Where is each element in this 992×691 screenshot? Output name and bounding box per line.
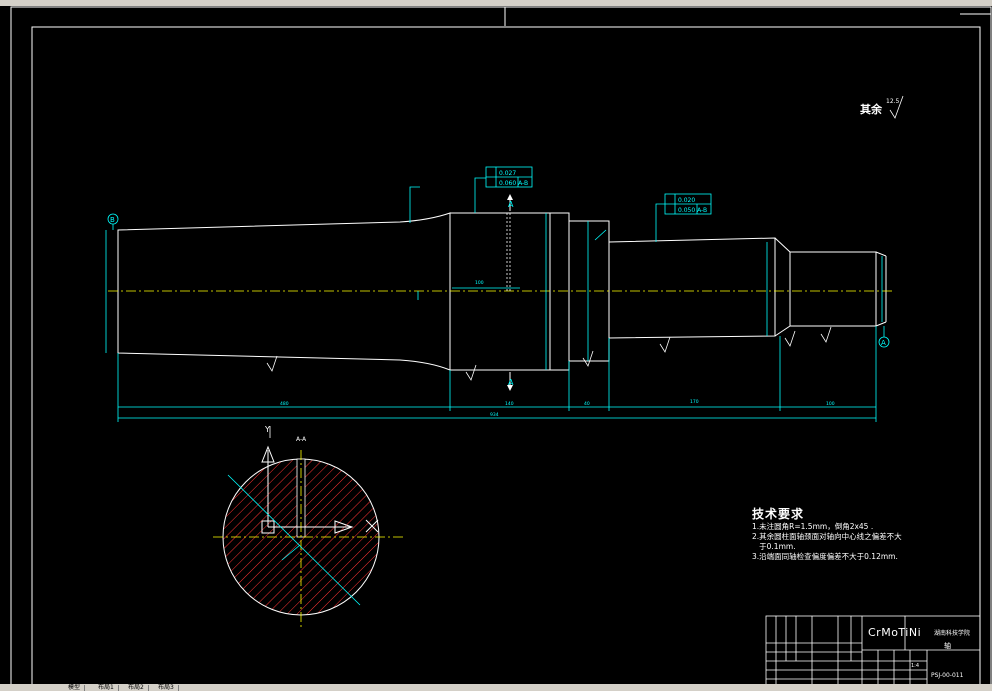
technical-requirements-title: 技术要求: [752, 507, 805, 521]
tech-note-1: 1.未注圆角R=1.5mm，倒角2x45 .: [752, 522, 874, 531]
tolerance-frame-2-row-1: 0.020: [678, 197, 695, 204]
tab-layout-1[interactable]: 布局1: [94, 685, 119, 691]
svg-text:170: 170: [690, 399, 699, 405]
svg-text:100: 100: [475, 280, 484, 286]
svg-text:40: 40: [584, 401, 590, 407]
outer-frame: [10, 6, 992, 688]
section-a-a-view: [213, 445, 405, 630]
dimension-values: 480 140 40 170 100 934 100: [280, 280, 835, 418]
tolerance-frame-2: 0.020 0.050 A-B: [664, 193, 712, 215]
section-cut-marks: A A: [507, 194, 514, 391]
view-direction-mark: Y: [264, 425, 270, 434]
title-block-part-name: 轴: [944, 642, 951, 650]
svg-text:140: 140: [505, 401, 514, 407]
datum-label-left: B: [110, 216, 115, 224]
tolerance-frame-1: 0.027 0.060 A-B: [485, 166, 533, 188]
tech-note-2-cont: 于0.1mm.: [752, 542, 796, 551]
technical-requirements: 技术要求 1.未注圆角R=1.5mm，倒角2x45 . 2.其余圆柱面轴颈面对轴…: [752, 505, 982, 562]
title-block-material: CrMoTiNi: [868, 626, 922, 639]
svg-text:480: 480: [280, 401, 289, 407]
tab-layout-2[interactable]: 布局2: [124, 685, 149, 691]
tech-note-2: 2.其余圆柱面轴颈面对轴向中心线之偏差不大: [752, 532, 902, 541]
shaft-outline: [117, 212, 887, 371]
section-mark-upper: A: [508, 200, 514, 209]
roughness-symbols: [266, 95, 904, 381]
section-mark-lower: A: [508, 378, 514, 387]
inner-frame: [31, 26, 981, 688]
title-block-scale: 1:4: [911, 663, 920, 669]
datum-label-right: A: [881, 339, 886, 347]
dimension-lines: [105, 177, 883, 422]
section-view-label: A-A: [296, 436, 307, 443]
svg-text:100: 100: [826, 401, 835, 407]
svg-text:934: 934: [490, 412, 499, 418]
title-block-drawing-no: PSJ-00-011: [931, 672, 964, 679]
surface-finish-value: 12.5: [886, 98, 900, 105]
tab-model[interactable]: 模型: [64, 685, 86, 691]
datum-marker-left: B: [107, 213, 119, 230]
surface-finish-label: 其余: [860, 102, 883, 116]
cad-drawing-canvas[interactable]: 480 140 40 170 100 934 100 0.027 0.060 A…: [0, 0, 992, 691]
title-block-school: 湖南科技学院: [934, 630, 971, 637]
tech-note-3: 3.沿端面同轴检查偏度偏差不大于0.12mm.: [752, 552, 898, 561]
tolerance-frame-2-row-2: 0.050 A-B: [678, 207, 707, 214]
tolerance-frame-1-row-1: 0.027: [499, 170, 516, 177]
datum-marker-right: A: [878, 326, 890, 348]
tab-layout-3[interactable]: 布局3: [154, 685, 179, 691]
tolerance-frame-1-row-2: 0.060 A-B: [499, 180, 528, 187]
